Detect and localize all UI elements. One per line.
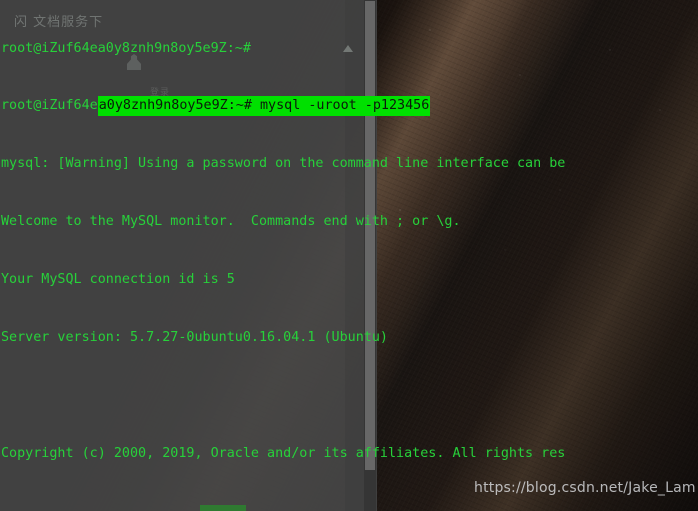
terminal-cursor xyxy=(200,505,246,511)
overlay-chinese-label-small: 登录 xyxy=(150,88,171,98)
terminal-line: Welcome to the MySQL monitor. Commands e… xyxy=(1,214,461,230)
highlighted-command: a0y8znh9n8oy5e9Z:~# mysql -uroot -p12345… xyxy=(97,96,431,116)
terminal-line: Server version: 5.7.27-0ubuntu0.16.04.1 … xyxy=(1,330,388,346)
prompt-prefix: root@iZuf64e xyxy=(1,98,98,114)
overlay-chinese-label: 闪 文档服务下 xyxy=(14,15,104,30)
triangle-up-icon xyxy=(343,45,353,52)
terminal-output[interactable]: root@iZuf64ea0y8znh9n8oy5e9Z:~# root@iZu… xyxy=(0,0,698,511)
blog-watermark: https://blog.csdn.net/Jake_Lam xyxy=(474,480,696,496)
terminal-line: mysql: [Warning] Using a password on the… xyxy=(1,156,566,172)
terminal-line: Your MySQL connection id is 5 xyxy=(1,272,235,288)
terminal-line: Copyright (c) 2000, 2019, Oracle and/or … xyxy=(1,445,566,461)
terminal-prompt-line-2: root@iZuf64ea0y8znh9n8oy5e9Z:~# mysql -u… xyxy=(0,96,698,116)
screen: root@iZuf64ea0y8znh9n8oy5e9Z:~# root@iZu… xyxy=(0,0,698,511)
